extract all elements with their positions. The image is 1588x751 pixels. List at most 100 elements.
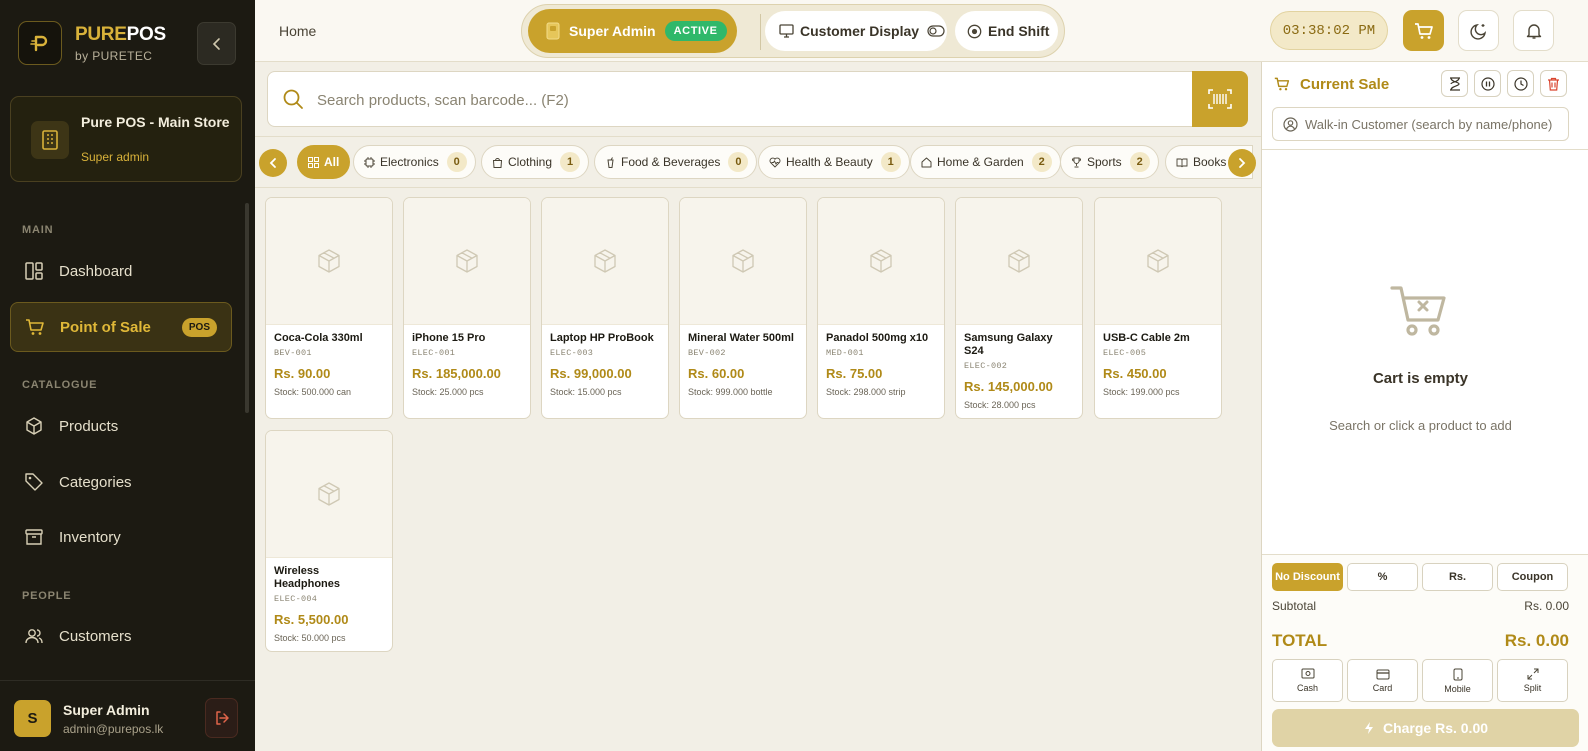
product-price: Rs. 450.00: [1103, 366, 1167, 381]
archive-icon: [23, 526, 45, 548]
product-card[interactable]: Samsung Galaxy S24 ELEC-002 Rs. 145,000.…: [955, 197, 1083, 419]
topbar: Home Super Admin ACTIVE Customer Display…: [255, 0, 1588, 62]
end-shift-button[interactable]: End Shift: [955, 11, 1058, 51]
subtotal-value: Rs. 0.00: [1524, 599, 1569, 613]
product-sku: ELEC-005: [1103, 348, 1147, 358]
customer-display-toggle[interactable]: Customer Display: [765, 11, 947, 51]
product-card[interactable]: Laptop HP ProBook ELEC-003 Rs. 99,000.00…: [541, 197, 669, 419]
category-chip-health-beauty[interactable]: Health & Beauty 1: [758, 145, 910, 179]
pay-cash-button[interactable]: Cash: [1272, 659, 1343, 702]
pay-label: Card: [1372, 682, 1393, 693]
product-image: [680, 198, 806, 325]
barcode-scan-button[interactable]: [1192, 71, 1248, 127]
role-button[interactable]: Super Admin ACTIVE: [528, 9, 737, 53]
category-chip-all[interactable]: All: [297, 145, 351, 179]
cpu-icon: [364, 156, 375, 168]
subtotal-label: Subtotal: [1272, 599, 1317, 613]
sidebar-item-label: Products: [59, 417, 119, 435]
role-label: Super Admin: [569, 23, 656, 39]
category-chip-sports[interactable]: Sports 2: [1060, 145, 1159, 179]
collapse-sidebar-button[interactable]: [197, 22, 236, 65]
tag-icon: [23, 471, 45, 493]
recent-sales-button[interactable]: [1507, 70, 1534, 97]
total-value: Rs. 0.00: [1504, 631, 1569, 650]
sidebar-item-customers[interactable]: Customers: [10, 611, 232, 661]
cart-button[interactable]: [1403, 10, 1444, 51]
product-image: [542, 198, 668, 325]
barcode-icon: [1208, 89, 1232, 109]
category-label: Health & Beauty: [786, 155, 873, 169]
package-icon: [456, 249, 478, 273]
product-card[interactable]: Panadol 500mg x10 MED-001 Rs. 75.00 Stoc…: [817, 197, 945, 419]
split-icon: [1527, 668, 1539, 680]
pay-split-button[interactable]: Split: [1497, 659, 1568, 702]
sidebar-item-label: Categories: [59, 473, 132, 491]
sidebar-item-inventory[interactable]: Inventory: [10, 512, 232, 562]
product-stock: Stock: 28.000 pcs: [964, 400, 1036, 410]
user-email: admin@purepos.lk: [63, 722, 164, 736]
notifications-button[interactable]: [1513, 10, 1554, 51]
category-label: Sports: [1087, 155, 1122, 169]
product-card[interactable]: USB-C Cable 2m ELEC-005 Rs. 450.00 Stock…: [1094, 197, 1222, 419]
category-chip-food-beverages[interactable]: Food & Beverages 0: [594, 145, 758, 179]
trophy-icon: [1071, 157, 1082, 168]
product-search: [267, 71, 1248, 127]
pay-mobile-button[interactable]: Mobile: [1422, 659, 1493, 702]
product-sku: ELEC-002: [964, 361, 1008, 371]
product-sku: BEV-001: [274, 348, 312, 358]
product-sku: ELEC-004: [274, 594, 318, 604]
brand-name: PUREPOS: [75, 24, 166, 45]
brand-subtitle: by PURETEC: [75, 49, 153, 63]
breadcrumb[interactable]: Home: [279, 23, 316, 39]
clear-cart-button[interactable]: [1540, 70, 1567, 97]
pay-card-button[interactable]: Card: [1347, 659, 1418, 702]
category-chip-electronics[interactable]: Electronics 0: [353, 145, 476, 179]
cart-icon: [1274, 77, 1290, 91]
chevron-left-icon: [269, 158, 276, 168]
discount-none-button[interactable]: No Discount: [1272, 563, 1343, 591]
sidebar-item-products[interactable]: Products: [10, 401, 232, 451]
package-icon: [1147, 249, 1169, 273]
hold-sale-button[interactable]: [1441, 70, 1468, 97]
logout-button[interactable]: [205, 698, 238, 738]
package-icon: [870, 249, 892, 273]
product-card[interactable]: Coca-Cola 330ml BEV-001 Rs. 90.00 Stock:…: [265, 197, 393, 419]
pause-sale-button[interactable]: [1474, 70, 1501, 97]
customer-search-input[interactable]: [1305, 116, 1555, 132]
package-icon: [318, 249, 340, 273]
search-input[interactable]: [317, 86, 1137, 114]
store-role: Super admin: [81, 150, 150, 164]
avatar[interactable]: S: [14, 700, 51, 737]
product-stock: Stock: 25.000 pcs: [412, 387, 484, 397]
product-card[interactable]: Wireless Headphones ELEC-004 Rs. 5,500.0…: [265, 430, 393, 652]
category-count: 0: [446, 152, 467, 172]
sidebar-item-dashboard[interactable]: Dashboard: [10, 246, 232, 296]
sidebar-item-label: Point of Sale: [60, 318, 151, 336]
category-chip-home-garden[interactable]: Home & Garden 2: [910, 145, 1061, 179]
category-count: 1: [560, 152, 581, 172]
box-icon: [23, 415, 45, 437]
scroll-left-button[interactable]: [259, 149, 287, 177]
product-image: [818, 198, 944, 325]
heart-pulse-icon: [769, 157, 781, 168]
product-stock: Stock: 298.000 strip: [826, 387, 906, 397]
category-count: 2: [1129, 152, 1150, 172]
sidebar-item-point-of-sale[interactable]: Point of Sale POS: [10, 302, 232, 352]
store-selector[interactable]: Pure POS - Main Store Super admin: [10, 96, 242, 182]
discount-amount-button[interactable]: Rs.: [1422, 563, 1493, 591]
discount-percent-button[interactable]: %: [1347, 563, 1418, 591]
product-card[interactable]: Mineral Water 500ml BEV-002 Rs. 60.00 St…: [679, 197, 807, 419]
charge-button[interactable]: Charge Rs. 0.00: [1272, 709, 1579, 747]
theme-toggle-button[interactable]: [1458, 10, 1499, 51]
id-badge-icon: [546, 22, 560, 40]
product-card[interactable]: iPhone 15 Pro ELEC-001 Rs. 185,000.00 St…: [403, 197, 531, 419]
category-chip-clothing[interactable]: Clothing 1: [481, 145, 590, 179]
scroll-right-button[interactable]: [1228, 149, 1256, 177]
sidebar-scrollbar[interactable]: [245, 203, 249, 413]
sidebar-item-categories[interactable]: Categories: [10, 457, 232, 507]
product-price: Rs. 75.00: [826, 366, 883, 381]
pay-label: Split: [1523, 683, 1542, 693]
product-stock: Stock: 15.000 pcs: [550, 387, 622, 397]
discount-coupon-button[interactable]: Coupon: [1497, 563, 1568, 591]
product-sku: ELEC-003: [550, 348, 594, 358]
